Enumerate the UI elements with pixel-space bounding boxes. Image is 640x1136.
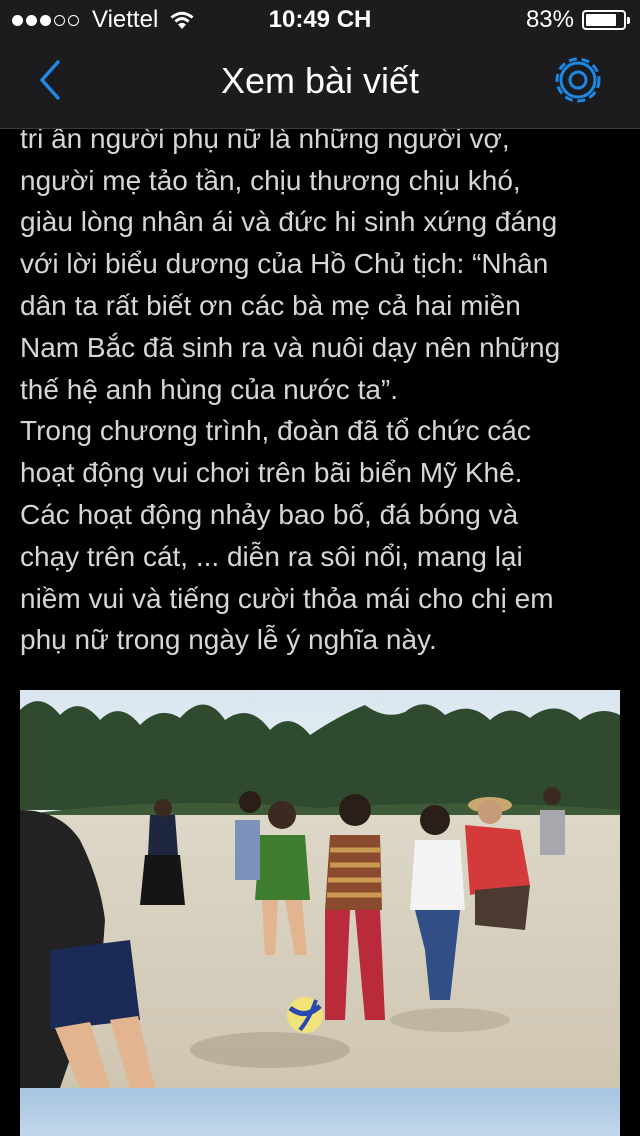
article-photo [20, 690, 620, 1088]
article-paragraph-2: Trong chương trình, đoàn đã tổ chức các … [20, 415, 554, 656]
battery-icon [582, 10, 630, 30]
settings-button[interactable] [552, 54, 604, 106]
status-right: 83% [525, 6, 630, 34]
page-title: Xem bài viết [220, 60, 420, 101]
battery-percent: 83% [525, 6, 574, 33]
article-photo-2 [20, 1088, 620, 1136]
navigation-bar: Xem bài viết [0, 40, 640, 129]
battery-nub [627, 17, 630, 24]
battery-level [586, 14, 616, 26]
gear-icon [555, 57, 601, 103]
article-content[interactable]: Trưởng ban Nữ công phát biểu cảm nghĩ và… [0, 96, 640, 1136]
status-bar: Viettel 10:49 CH 83% [0, 0, 640, 40]
article-screen: Trưởng ban Nữ công phát biểu cảm nghĩ và… [0, 0, 640, 1136]
beach-activity-image [20, 690, 620, 1088]
article-text: Trưởng ban Nữ công phát biểu cảm nghĩ và… [20, 96, 620, 661]
article-paragraph-1: Trưởng ban Nữ công phát biểu cảm nghĩ và… [20, 96, 567, 405]
